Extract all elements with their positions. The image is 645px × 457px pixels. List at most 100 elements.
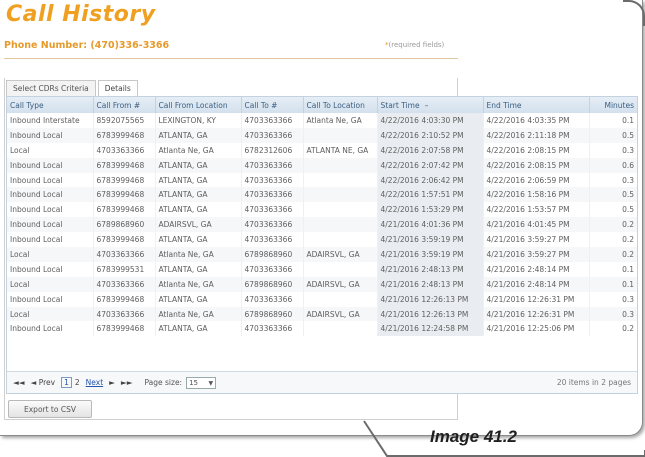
- table-cell: 4/21/2016 12:26:13 PM: [377, 291, 484, 307]
- table-cell: 8592075565: [93, 113, 156, 128]
- table-row[interactable]: Inbound Local 6783999468 ATLANTA, GA 470336…: [7, 232, 637, 248]
- table-cell: ADAIRSVL, GA: [303, 306, 378, 322]
- table-cell: ATLANTA, GA: [155, 261, 242, 277]
- table-cell: Inbound Local: [7, 202, 94, 218]
- table-cell: 0.2: [589, 321, 637, 337]
- export-csv-button[interactable]: Export to CSV: [8, 400, 92, 418]
- table-cell: 4703363366: [241, 157, 304, 173]
- table-cell: ADAIRSVL, GA: [303, 247, 378, 262]
- table-cell: 6783999531: [93, 261, 156, 277]
- column-header[interactable]: End Time: [483, 97, 590, 113]
- table-cell: ADAIRSVL, GA: [155, 217, 242, 233]
- table-cell: ATLANTA, GA: [155, 187, 242, 203]
- table-row[interactable]: Inbound Local 6783999468 ATLANTA, GA 470336…: [7, 172, 637, 188]
- prev-page-button[interactable]: ◄ Prev: [31, 378, 56, 387]
- table-row[interactable]: Inbound Local 6789868960 ADAIRSVL, GA 47033…: [7, 217, 637, 233]
- grid-header-row: Call Type Call From # Call From Location Ca…: [7, 97, 637, 113]
- table-cell: [303, 202, 378, 218]
- table-cell: 0.2: [589, 247, 637, 262]
- prev-arrow-icon: ◄: [30, 378, 37, 387]
- table-row[interactable]: Inbound Local 6783999468 ATLANTA, GA 470336…: [7, 321, 637, 337]
- column-header[interactable]: Call To Location: [303, 97, 378, 113]
- last-page-button[interactable]: ►►: [121, 378, 133, 387]
- table-cell: 0.3: [589, 306, 637, 322]
- table-cell: Atlanta Ne, GA: [303, 113, 378, 128]
- tab-select-cdrs-criteria[interactable]: Select CDRs Criteria: [6, 80, 96, 96]
- table-cell: Inbound Local: [7, 172, 94, 188]
- table-cell: 4703363366: [241, 232, 304, 248]
- column-header[interactable]: Call Type: [7, 97, 94, 113]
- table-row[interactable]: Inbound Local 6783999531 ATLANTA, GA 470336…: [7, 261, 637, 277]
- table-row[interactable]: Inbound Interstate 8592075565 LEXINGTON, K…: [7, 113, 637, 128]
- table-cell: [303, 261, 378, 277]
- page-2-button[interactable]: 2: [75, 378, 80, 387]
- table-row[interactable]: Inbound Local 6783999468 ATLANTA, GA 470336…: [7, 202, 637, 218]
- next-page-link[interactable]: Next: [86, 378, 103, 387]
- table-cell: 0.2: [589, 232, 637, 248]
- table-cell: [303, 291, 378, 307]
- table-cell: ATLANTA, GA: [155, 157, 242, 173]
- table-cell: ADAIRSVL, GA: [303, 276, 378, 292]
- table-cell: LEXINGTON, KY: [155, 113, 242, 128]
- table-row[interactable]: Local 4703363366 Atlanta Ne, GA 6789868960 A…: [7, 276, 637, 292]
- table-cell: [303, 172, 378, 188]
- column-header-label: Start Time: [380, 100, 420, 110]
- page-1-button[interactable]: 1: [61, 377, 72, 388]
- table-cell: 6789868960: [93, 217, 156, 233]
- table-row[interactable]: Local 4703363366 Atlanta Ne, GA 6782312606 A…: [7, 142, 637, 158]
- table-cell: 4/22/2016 2:08:15 PM: [483, 157, 590, 173]
- column-header[interactable]: Call To #: [241, 97, 304, 113]
- table-row[interactable]: Local 4703363366 Atlanta Ne, GA 6789868960 A…: [7, 247, 637, 262]
- table-row[interactable]: Inbound Local 6783999468 ATLANTA, GA 470336…: [7, 127, 637, 143]
- table-row[interactable]: Inbound Local 6783999468 ATLANTA, GA 470336…: [7, 187, 637, 203]
- table-cell: 4/22/2016 2:10:52 PM: [377, 127, 484, 143]
- table-cell: Local: [7, 247, 94, 262]
- tab-details[interactable]: Details: [97, 80, 138, 97]
- column-header[interactable]: Start Time –: [377, 97, 484, 113]
- page-size-select[interactable]: 15 ▼: [186, 376, 217, 389]
- table-cell: Inbound Local: [7, 217, 94, 233]
- table-cell: Inbound Local: [7, 261, 94, 277]
- tab-strip: Select CDRs Criteria Details: [6, 80, 138, 97]
- column-header[interactable]: Call From Location: [155, 97, 242, 113]
- table-cell: Local: [7, 306, 94, 322]
- table-cell: 4/21/2016 3:59:27 PM: [483, 232, 590, 248]
- table-cell: Inbound Local: [7, 187, 94, 203]
- chevron-down-icon: ▼: [208, 379, 214, 387]
- table-cell: 4703363366: [241, 202, 304, 218]
- column-header-label: End Time: [486, 100, 522, 110]
- table-cell: ATLANTA, GA: [155, 232, 242, 248]
- table-cell: 4/21/2016 12:24:58 PM: [377, 321, 484, 337]
- table-cell: 4/21/2016 4:01:36 PM: [377, 217, 484, 233]
- items-count: 20 items in 2 pages: [556, 378, 631, 387]
- table-cell: 4703363366: [93, 276, 156, 292]
- table-cell: 0.3: [589, 172, 637, 188]
- table-cell: 4/22/2016 1:58:16 PM: [483, 187, 590, 203]
- table-cell: 4/22/2016 2:08:15 PM: [483, 142, 590, 158]
- table-cell: Local: [7, 142, 94, 158]
- table-cell: 4/21/2016 3:59:27 PM: [483, 247, 590, 262]
- first-page-button[interactable]: ◄◄: [13, 378, 25, 387]
- column-header-label: Call Type: [10, 100, 44, 110]
- table-row[interactable]: Local 4703363366 Atlanta Ne, GA 6789868960 A…: [7, 306, 637, 322]
- table-cell: ATLANTA, GA: [155, 291, 242, 307]
- column-header[interactable]: Call From #: [93, 97, 156, 113]
- table-cell: 6783999468: [93, 232, 156, 248]
- column-header-label: Call From Location: [158, 100, 228, 110]
- table-row[interactable]: Inbound Local 6783999468 ATLANTA, GA 470336…: [7, 157, 637, 173]
- table-cell: 4/21/2016 2:48:14 PM: [483, 261, 590, 277]
- table-cell: 6783999468: [93, 157, 156, 173]
- table-cell: 6783999468: [93, 187, 156, 203]
- table-cell: 0.6: [589, 157, 637, 173]
- table-cell: 4703363366: [241, 187, 304, 203]
- next-arrow-icon[interactable]: ►: [109, 378, 115, 387]
- table-cell: 4703363366: [241, 217, 304, 233]
- table-cell: [303, 157, 378, 173]
- table-cell: 4/22/2016 1:53:57 PM: [483, 202, 590, 218]
- table-cell: 4/22/2016 2:07:42 PM: [377, 157, 484, 173]
- table-row[interactable]: Inbound Local 6783999468 ATLANTA, GA 470336…: [7, 291, 637, 307]
- table-cell: Inbound Local: [7, 291, 94, 307]
- column-header[interactable]: Minutes: [589, 97, 637, 113]
- column-header-label: Minutes: [604, 100, 634, 110]
- table-cell: Atlanta Ne, GA: [155, 142, 242, 158]
